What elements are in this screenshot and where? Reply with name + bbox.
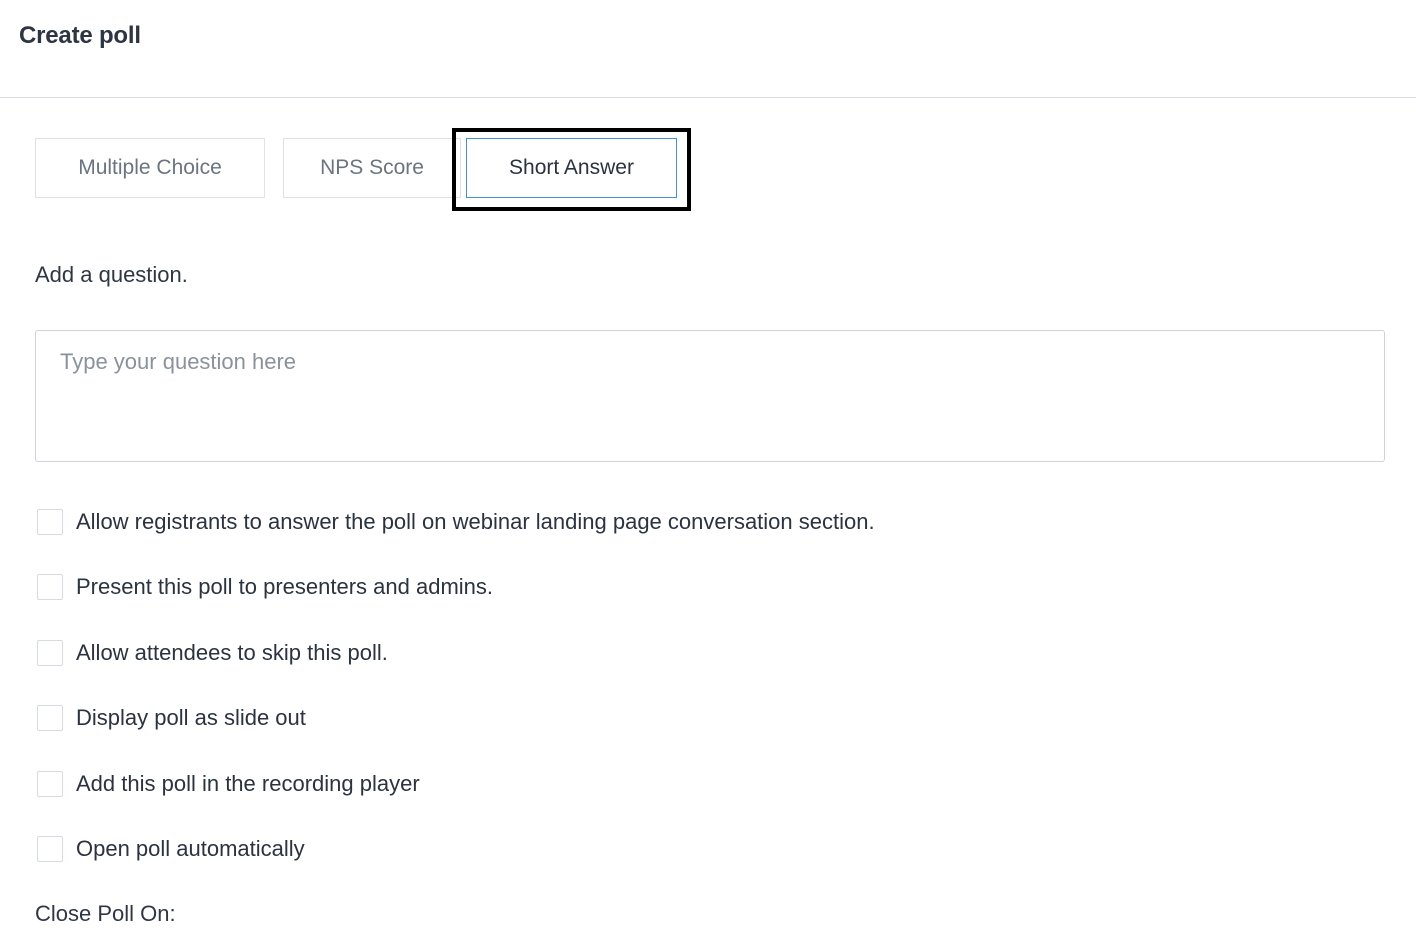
checkbox[interactable] [37,509,63,535]
option-label: Add this poll in the recording player [76,771,420,796]
option-label: Allow attendees to skip this poll. [76,640,388,665]
option-slide-out[interactable]: Display poll as slide out [37,703,306,733]
tab-nps-score[interactable]: NPS Score [283,138,461,198]
question-label: Add a question. [35,262,188,287]
checkbox[interactable] [37,574,63,600]
tab-short-answer[interactable]: Short Answer [466,138,677,198]
option-recording-player[interactable]: Add this poll in the recording player [37,769,420,799]
page-header: Create poll [0,0,1416,98]
checkbox[interactable] [37,705,63,731]
page-title: Create poll [19,22,141,49]
tab-multiple-choice[interactable]: Multiple Choice [35,138,265,198]
option-label: Allow registrants to answer the poll on … [76,509,875,534]
checkbox[interactable] [37,836,63,862]
option-allow-registrants[interactable]: Allow registrants to answer the poll on … [37,507,875,537]
option-label: Open poll automatically [76,836,305,861]
question-input[interactable] [35,330,1385,462]
option-allow-skip[interactable]: Allow attendees to skip this poll. [37,638,388,668]
close-poll-label: Close Poll On: [35,901,176,926]
checkbox[interactable] [37,771,63,797]
checkbox[interactable] [37,640,63,666]
option-label: Present this poll to presenters and admi… [76,574,494,599]
create-poll-page: Create poll Multiple Choice NPS Score Sh… [0,0,1416,946]
option-label: Display poll as slide out [76,705,306,730]
option-present-to-presenters[interactable]: Present this poll to presenters and admi… [37,572,493,602]
option-open-automatically[interactable]: Open poll automatically [37,834,305,864]
